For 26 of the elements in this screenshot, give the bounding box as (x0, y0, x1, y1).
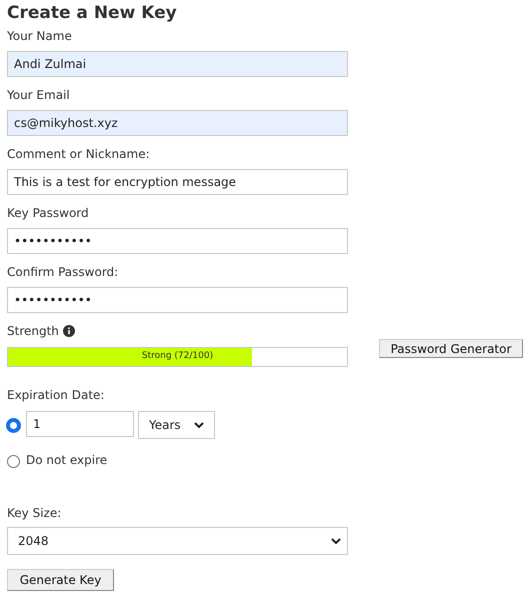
input-field[interactable]: ••••••••••• (7, 287, 348, 313)
chevron-down-icon (194, 422, 204, 428)
field-label: Key Size: (7, 505, 62, 521)
info-icon (62, 325, 75, 337)
field-label: Key Password (7, 205, 90, 221)
page-title: Create a New Key (7, 2, 178, 24)
radio-button[interactable] (7, 419, 20, 432)
password-generator-button[interactable]: Password Generator (379, 339, 523, 358)
duration-field[interactable]: 1 (26, 411, 134, 437)
field-label: Your Email (7, 87, 71, 103)
chevron-down-icon (331, 538, 341, 544)
strength-reading: Strong (72/100) (140, 350, 214, 364)
key-size-select[interactable]: 2048 (7, 527, 348, 555)
input-field[interactable]: This is a test for encryption message (7, 169, 348, 195)
generate-key-button[interactable]: Generate Key (7, 569, 114, 591)
radio-button[interactable] (7, 455, 20, 468)
field-label: Expiration Date: (7, 387, 106, 403)
field-label: Your Name (7, 28, 73, 44)
field-label: Confirm Password: (7, 264, 120, 280)
input-field[interactable]: ••••••••••• (7, 228, 348, 254)
input-field[interactable]: cs@mikyhost.xyz (7, 110, 348, 136)
unit-select[interactable]: Years (138, 411, 215, 439)
field-label: Comment or Nickname: (7, 146, 151, 162)
radio-label: Do not expire (26, 452, 108, 469)
input-field[interactable]: Andi Zulmai (7, 51, 348, 77)
field-label: Strength (7, 323, 59, 339)
